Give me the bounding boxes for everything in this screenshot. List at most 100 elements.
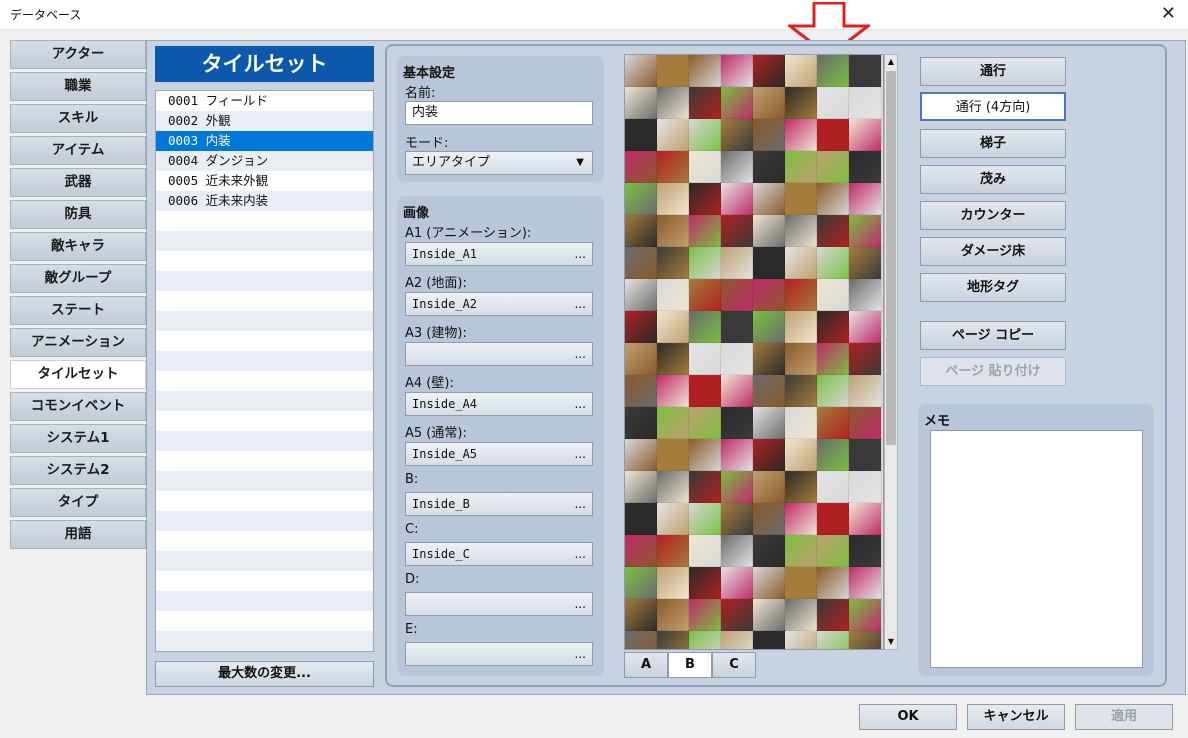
tile-cell[interactable] <box>720 470 754 504</box>
list-item[interactable]: 0005 近未来外観 <box>156 171 373 191</box>
tile-cell[interactable] <box>752 566 786 600</box>
scrollbar-thumb[interactable] <box>886 71 896 445</box>
tile-cell[interactable] <box>752 406 786 440</box>
tile-cell[interactable] <box>784 374 818 408</box>
ladder-button[interactable]: 梯子 <box>920 129 1066 158</box>
change-maximum-button[interactable]: 最大数の変更... <box>155 661 374 687</box>
image-slot-field-e[interactable]: ... <box>405 642 593 666</box>
tile-cell[interactable] <box>784 438 818 472</box>
scroll-down-icon[interactable]: ▼ <box>885 635 897 649</box>
tile-cell[interactable] <box>848 566 882 600</box>
tile-cell[interactable] <box>752 470 786 504</box>
tile-cell[interactable] <box>784 470 818 504</box>
tile-cell[interactable] <box>752 214 786 248</box>
tile-cell[interactable] <box>720 534 754 568</box>
tile-cell[interactable] <box>848 310 882 344</box>
tile-cell[interactable] <box>816 566 850 600</box>
tile-cell[interactable] <box>688 342 722 376</box>
tile-cell[interactable] <box>752 310 786 344</box>
tile-cell[interactable] <box>848 374 882 408</box>
tile-cell[interactable] <box>656 470 690 504</box>
tile-cell[interactable] <box>625 214 658 248</box>
tile-cell[interactable] <box>848 86 882 120</box>
tile-cell[interactable] <box>625 406 658 440</box>
passage-button[interactable]: 通行 <box>920 57 1066 86</box>
tile-cell[interactable] <box>816 598 850 632</box>
category-actor[interactable]: アクター <box>10 40 146 69</box>
tile-cell[interactable] <box>688 598 722 632</box>
tile-cell[interactable] <box>688 182 722 216</box>
tile-cell[interactable] <box>816 374 850 408</box>
page-copy-button[interactable]: ページ コピー <box>920 321 1066 350</box>
list-item[interactable]: 0004 ダンジョン <box>156 151 373 171</box>
tile-cell[interactable] <box>625 630 658 649</box>
tile-cell[interactable] <box>752 182 786 216</box>
tile-cell[interactable] <box>656 150 690 184</box>
tile-cell[interactable] <box>625 118 658 152</box>
image-slot-field-d[interactable]: ... <box>405 592 593 616</box>
tile-cell[interactable] <box>720 598 754 632</box>
tile-cell[interactable] <box>656 214 690 248</box>
list-item[interactable]: 0003 内装 <box>156 131 373 151</box>
tile-cell[interactable] <box>720 406 754 440</box>
list-item[interactable]: 0002 外観 <box>156 111 373 131</box>
image-slot-field-a1[interactable]: Inside_A1 ... <box>405 242 593 266</box>
tile-cell[interactable] <box>625 438 658 472</box>
tile-cell[interactable] <box>784 214 818 248</box>
tile-cell[interactable] <box>720 278 754 312</box>
tile-cell[interactable] <box>784 342 818 376</box>
tile-cell[interactable] <box>816 182 850 216</box>
tile-cell[interactable] <box>720 342 754 376</box>
tile-cell[interactable] <box>848 342 882 376</box>
tile-cell[interactable] <box>848 278 882 312</box>
tile-cell[interactable] <box>656 502 690 536</box>
tile-cell[interactable] <box>656 534 690 568</box>
tile-cell[interactable] <box>848 150 882 184</box>
tile-cell[interactable] <box>688 214 722 248</box>
tile-cell[interactable] <box>656 118 690 152</box>
category-terms[interactable]: 用語 <box>10 520 146 549</box>
tile-cell[interactable] <box>784 150 818 184</box>
tile-cell[interactable] <box>816 470 850 504</box>
tile-cell[interactable] <box>625 566 658 600</box>
tile-cell[interactable] <box>816 630 850 649</box>
tile-cell[interactable] <box>816 310 850 344</box>
list-item[interactable]: 0006 近未来内装 <box>156 191 373 211</box>
tile-cell[interactable] <box>784 55 818 88</box>
tile-cell[interactable] <box>848 630 882 649</box>
tile-cell[interactable] <box>752 342 786 376</box>
category-tileset[interactable]: タイルセット <box>10 360 146 389</box>
category-system1[interactable]: システム1 <box>10 424 146 453</box>
tile-cell[interactable] <box>625 310 658 344</box>
tile-cell[interactable] <box>784 566 818 600</box>
category-item[interactable]: アイテム <box>10 136 146 165</box>
category-skill[interactable]: スキル <box>10 104 146 133</box>
tile-cell[interactable] <box>688 630 722 649</box>
category-weapon[interactable]: 武器 <box>10 168 146 197</box>
tile-cell[interactable] <box>688 55 722 88</box>
tile-cell[interactable] <box>656 438 690 472</box>
tile-cell[interactable] <box>784 534 818 568</box>
tile-cell[interactable] <box>720 118 754 152</box>
tile-cell[interactable] <box>656 55 690 88</box>
tile-cell[interactable] <box>720 310 754 344</box>
tile-cell[interactable] <box>752 502 786 536</box>
category-armor[interactable]: 防具 <box>10 200 146 229</box>
tile-cell[interactable] <box>752 118 786 152</box>
tile-cell[interactable] <box>625 374 658 408</box>
tile-cell[interactable] <box>720 150 754 184</box>
tile-cell[interactable] <box>848 55 882 88</box>
tile-cell[interactable] <box>784 246 818 280</box>
tile-cell[interactable] <box>784 182 818 216</box>
tile-cell[interactable] <box>625 470 658 504</box>
tile-cell[interactable] <box>720 502 754 536</box>
tile-cell[interactable] <box>720 55 754 88</box>
counter-button[interactable]: カウンター <box>920 201 1066 230</box>
tile-cell[interactable] <box>688 374 722 408</box>
tile-cell[interactable] <box>720 374 754 408</box>
tile-cell[interactable] <box>784 278 818 312</box>
tab-c[interactable]: C <box>712 652 756 678</box>
tile-cell[interactable] <box>784 310 818 344</box>
tile-cell[interactable] <box>752 55 786 88</box>
tile-cell[interactable] <box>752 374 786 408</box>
